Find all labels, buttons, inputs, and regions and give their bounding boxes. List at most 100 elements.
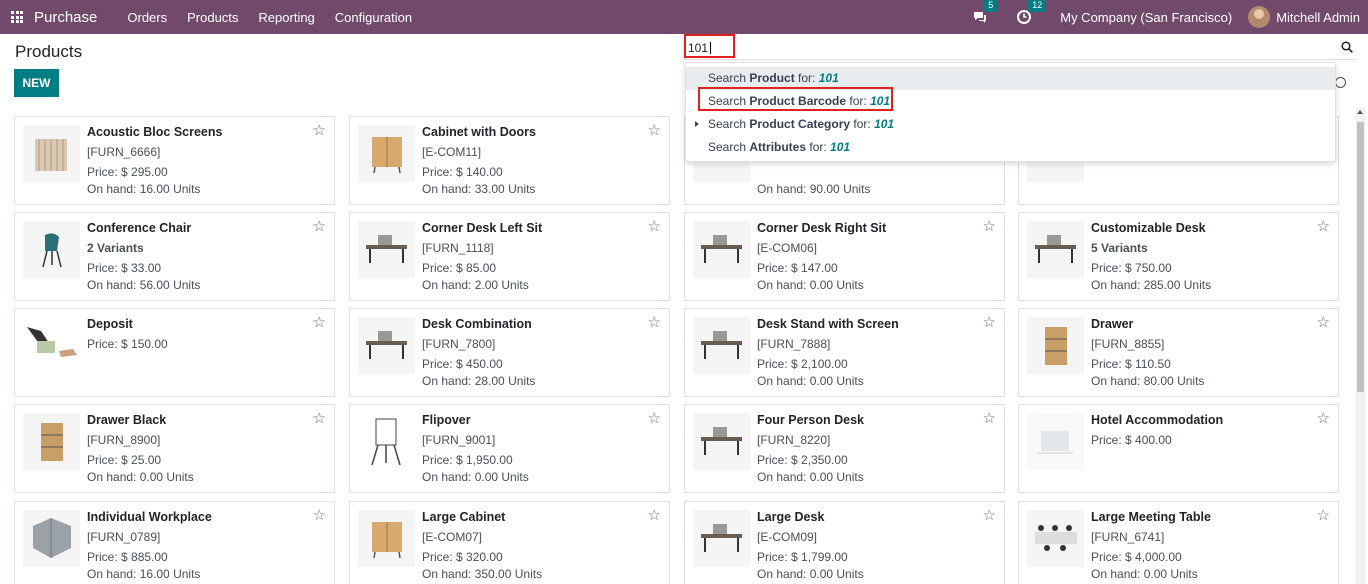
product-reference: [FURN_9001] — [422, 433, 496, 447]
product-card[interactable]: Flipover [FURN_9001] Price: $ 1,950.00 On h… — [349, 404, 670, 493]
product-card[interactable]: Drawer Black [FURN_8900] Price: $ 25.00 On … — [14, 404, 335, 493]
option-mid: for: — [794, 71, 819, 85]
desk-icon — [693, 413, 750, 470]
app-name[interactable]: Purchase — [34, 9, 97, 26]
search-input[interactable]: 101 — [684, 34, 735, 58]
product-card[interactable]: Corner Desk Right Sit [E-COM06] Price: $ 1… — [684, 212, 1005, 301]
option-mid: for: — [806, 140, 831, 154]
product-name: Conference Chair — [87, 221, 192, 235]
scroll-up-icon[interactable] — [1357, 110, 1363, 114]
favorite-star-icon[interactable]: ☆ — [1317, 219, 1330, 234]
desk-icon — [1027, 221, 1084, 278]
activities-clock-icon[interactable]: 12 — [1016, 0, 1047, 25]
menu-configuration[interactable]: Configuration — [325, 10, 422, 25]
product-card[interactable]: Conference Chair 2 Variants Price: $ 33.00… — [14, 212, 335, 301]
product-reference: [FURN_8900] — [87, 433, 161, 447]
menu-orders[interactable]: Orders — [117, 10, 177, 25]
search-option-product-category[interactable]: Search Product Category for: 101 — [686, 113, 1335, 136]
favorite-star-icon[interactable]: ☆ — [648, 411, 661, 426]
product-name: Acoustic Bloc Screens — [87, 125, 223, 139]
expand-caret-icon[interactable] — [695, 121, 699, 127]
product-price: Price: $ 1,799.00 — [757, 550, 848, 564]
favorite-star-icon[interactable]: ☆ — [313, 123, 326, 138]
product-price: Price: $ 450.00 — [422, 357, 503, 371]
product-card[interactable]: Desk Combination [FURN_7800] Price: $ 450.… — [349, 308, 670, 397]
product-name: Corner Desk Right Sit — [757, 221, 887, 235]
new-button[interactable]: NEW — [14, 69, 59, 97]
favorite-star-icon[interactable]: ☆ — [313, 411, 326, 426]
product-on-hand: On hand: 350.00 Units — [422, 567, 543, 581]
product-reference: [FURN_7888] — [757, 337, 831, 351]
search-option-attributes[interactable]: Search Attributes for: 101 — [686, 136, 1335, 159]
favorite-star-icon[interactable]: ☆ — [983, 508, 996, 523]
product-on-hand: On hand: 2.00 Units — [422, 278, 529, 292]
favorite-star-icon[interactable]: ☆ — [983, 315, 996, 330]
menu-reporting[interactable]: Reporting — [248, 10, 324, 25]
product-card[interactable]: Cabinet with Doors [E-COM11] Price: $ 140.… — [349, 116, 670, 205]
favorite-star-icon[interactable]: ☆ — [313, 508, 326, 523]
product-card[interactable]: Desk Stand with Screen [FURN_7888] Price: … — [684, 308, 1005, 397]
favorite-star-icon[interactable]: ☆ — [313, 219, 326, 234]
product-name: Desk Stand with Screen — [757, 317, 899, 331]
product-price: Price: $ 295.00 — [87, 165, 168, 179]
product-reference: [FURN_7800] — [422, 337, 496, 351]
product-on-hand: On hand: 16.00 Units — [87, 567, 201, 581]
product-card[interactable]: Deposit Price: $ 150.00 ☆ — [14, 308, 335, 397]
product-card[interactable]: Customizable Desk 5 Variants Price: $ 750.… — [1018, 212, 1339, 301]
favorite-star-icon[interactable]: ☆ — [313, 315, 326, 330]
company-switcher[interactable]: My Company (San Francisco) — [1060, 10, 1232, 25]
product-card[interactable]: Hotel Accommodation Price: $ 400.00 ☆ — [1018, 404, 1339, 493]
product-reference: [E-COM11] — [422, 145, 482, 159]
desk-icon — [693, 317, 750, 374]
product-card[interactable]: Acoustic Bloc Screens [FURN_6666] Price: $… — [14, 116, 335, 205]
product-name: Flipover — [422, 413, 471, 427]
product-reference: [E-COM06] — [757, 241, 818, 255]
user-menu[interactable]: Mitchell Admin — [1276, 10, 1360, 25]
product-price: Price: $ 2,350.00 — [757, 453, 848, 467]
product-on-hand: On hand: 90.00 Units — [757, 182, 871, 196]
search-bar[interactable] — [683, 34, 1355, 60]
product-card[interactable]: Drawer [FURN_8855] Price: $ 110.50 On hand:… — [1018, 308, 1339, 397]
favorite-star-icon[interactable]: ☆ — [983, 411, 996, 426]
product-on-hand: On hand: 0.00 Units — [757, 567, 864, 581]
favorite-star-icon[interactable]: ☆ — [648, 315, 661, 330]
favorite-star-icon[interactable]: ☆ — [1317, 411, 1330, 426]
apps-menu-icon[interactable] — [0, 0, 34, 34]
option-value: 101 — [874, 117, 895, 131]
favorite-star-icon[interactable]: ☆ — [1317, 315, 1330, 330]
product-card[interactable]: Large Desk [E-COM09] Price: $ 1,799.00 On h… — [684, 501, 1005, 584]
favorite-star-icon[interactable]: ☆ — [648, 123, 661, 138]
product-on-hand: On hand: 56.00 Units — [87, 278, 201, 292]
messages-icon[interactable]: 5 — [972, 0, 998, 25]
money-icon — [23, 317, 80, 374]
favorite-star-icon[interactable]: ☆ — [1317, 508, 1330, 523]
product-reference: [FURN_0789] — [87, 530, 161, 544]
product-price: Price: $ 25.00 — [87, 453, 162, 467]
view-settings-icon[interactable] — [1335, 77, 1346, 88]
product-price: Price: $ 4,000.00 — [1091, 550, 1182, 564]
scrollbar[interactable] — [1356, 108, 1365, 584]
product-reference: [FURN_6741] — [1091, 530, 1165, 544]
menu-products[interactable]: Products — [177, 10, 248, 25]
product-on-hand: On hand: 0.00 Units — [757, 470, 864, 484]
product-name: Large Desk — [757, 510, 825, 524]
favorite-star-icon[interactable]: ☆ — [648, 508, 661, 523]
product-on-hand: On hand: 0.00 Units — [1091, 567, 1198, 581]
product-card[interactable]: Large Cabinet [E-COM07] Price: $ 320.00 On … — [349, 501, 670, 584]
product-reference: [E-COM07] — [422, 530, 483, 544]
product-reference: 5 Variants — [1091, 241, 1148, 255]
messages-badge: 5 — [984, 0, 998, 12]
search-icon[interactable] — [1341, 41, 1353, 53]
avatar[interactable] — [1248, 6, 1271, 28]
product-card[interactable]: Individual Workplace [FURN_0789] Price: $ … — [14, 501, 335, 584]
favorite-star-icon[interactable]: ☆ — [648, 219, 661, 234]
product-card[interactable]: Large Meeting Table [FURN_6741] Price: $ 4… — [1018, 501, 1339, 584]
product-card[interactable]: Four Person Desk [FURN_8220] Price: $ 2,35… — [684, 404, 1005, 493]
page-title: Products — [15, 42, 83, 61]
product-on-hand: On hand: 16.00 Units — [87, 182, 201, 196]
product-price: Price: $ 85.00 — [422, 261, 497, 275]
scrollbar-thumb[interactable] — [1357, 122, 1364, 392]
product-reference: [E-COM09] — [757, 530, 818, 544]
favorite-star-icon[interactable]: ☆ — [983, 219, 996, 234]
product-card[interactable]: Corner Desk Left Sit [FURN_1118] Price: $ … — [349, 212, 670, 301]
